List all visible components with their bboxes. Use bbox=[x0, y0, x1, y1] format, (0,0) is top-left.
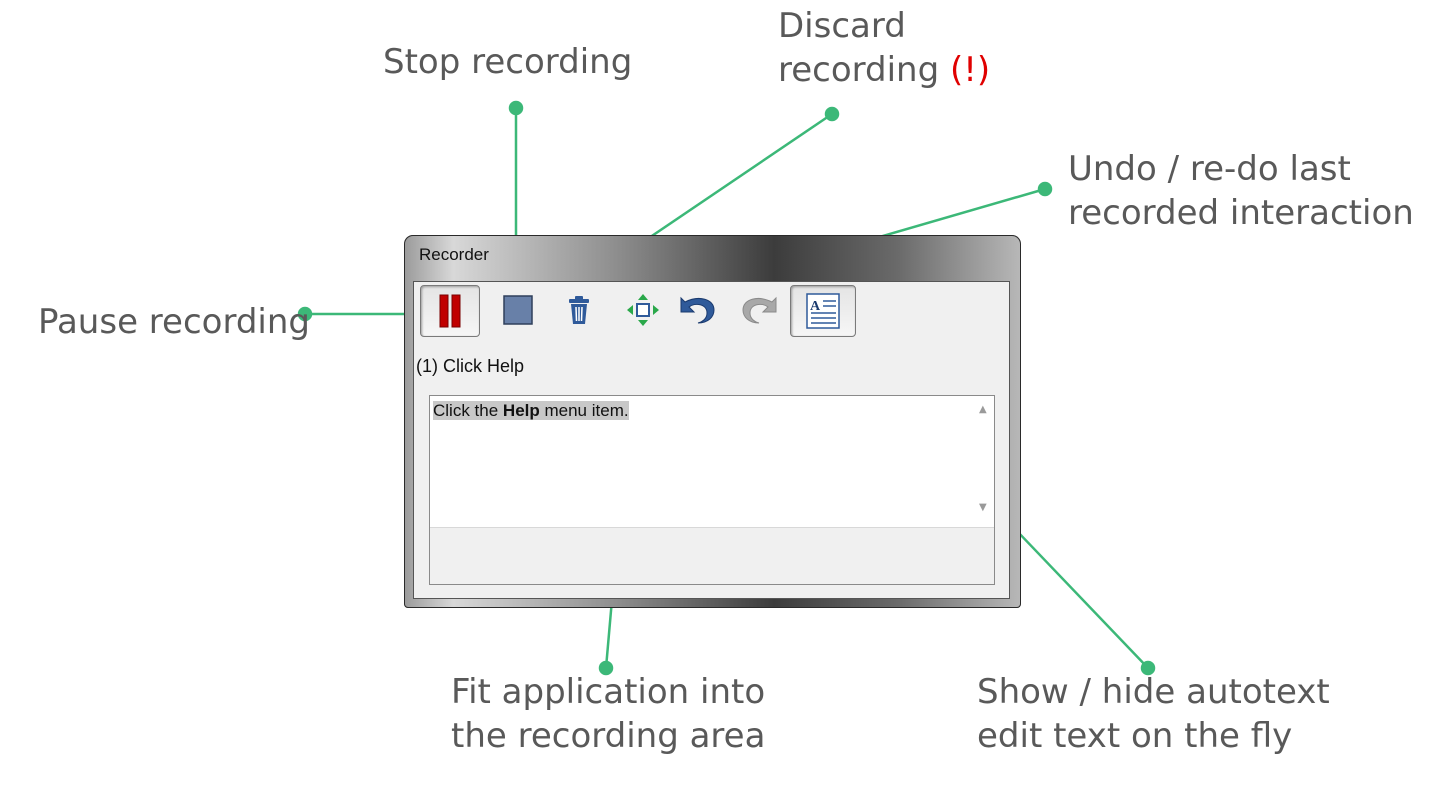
recorder-toolbar: A bbox=[420, 285, 980, 337]
callout-show-line-1: Show / hide autotext bbox=[977, 672, 1330, 712]
redo-icon bbox=[742, 296, 777, 324]
undo-button[interactable] bbox=[671, 285, 723, 335]
scroll-up-arrow-icon[interactable]: ▲ bbox=[979, 404, 987, 415]
callout-discard-line-1: Discard bbox=[778, 6, 906, 46]
callout-label-discard: Discard recording (!) bbox=[778, 4, 990, 92]
autotext-after: menu item. bbox=[539, 401, 629, 420]
autotext-edit-area[interactable]: Click the Help menu item. ▲ ▼ bbox=[429, 395, 995, 585]
callout-dot-stop bbox=[508, 100, 524, 116]
stop-icon bbox=[503, 295, 533, 325]
callout-fit-line-1: Fit application into bbox=[451, 672, 766, 712]
callout-dot-undo bbox=[1037, 181, 1053, 197]
redo-button[interactable] bbox=[734, 285, 786, 335]
callout-dot-discard bbox=[824, 106, 840, 122]
callout-discard-warning: (!) bbox=[950, 50, 991, 90]
pause-icon bbox=[439, 294, 461, 328]
callout-label-undo: Undo / re-do last recorded interaction bbox=[1068, 147, 1414, 235]
svg-text:A: A bbox=[810, 299, 821, 314]
autotext-selection: Click the Help menu item. bbox=[433, 401, 629, 420]
autotext-icon: A bbox=[806, 293, 840, 329]
callout-discard-line-2: recording (!) bbox=[778, 48, 990, 92]
autotext-toggle-button[interactable]: A bbox=[790, 285, 856, 337]
discard-button[interactable] bbox=[553, 285, 605, 335]
window-body: A (1) Click Help Click the Help menu ite… bbox=[413, 281, 1010, 599]
recorder-window: Recorder A (1) Click Help Click the Help… bbox=[404, 235, 1021, 608]
step-label: (1) Click Help bbox=[416, 356, 525, 376]
stop-button[interactable] bbox=[492, 285, 544, 335]
callout-pause-line-1: Pause recording bbox=[38, 302, 310, 342]
trash-icon bbox=[569, 296, 589, 324]
undo-icon bbox=[680, 296, 715, 324]
callout-undo-line-2: recorded interaction bbox=[1068, 193, 1414, 233]
text-area-footer bbox=[430, 527, 994, 584]
callout-undo-line-1: Undo / re-do last bbox=[1068, 149, 1351, 189]
callout-label-pause: Pause recording bbox=[38, 300, 310, 344]
callout-label-show: Show / hide autotext edit text on the fl… bbox=[977, 670, 1330, 758]
autotext-before: Click the bbox=[433, 401, 503, 420]
fit-application-button[interactable] bbox=[617, 285, 669, 335]
callout-stop-line-1: Stop recording bbox=[383, 42, 633, 82]
window-title: Recorder bbox=[419, 245, 489, 264]
callout-discard-line-2-text: recording bbox=[778, 50, 940, 90]
fit-arrows-icon bbox=[627, 294, 659, 326]
pause-button[interactable] bbox=[420, 285, 480, 337]
callout-show-line-2: edit text on the fly bbox=[977, 716, 1293, 756]
scroll-down-arrow-icon[interactable]: ▼ bbox=[979, 502, 987, 513]
callout-fit-line-2: the recording area bbox=[451, 716, 766, 756]
vertical-scrollbar[interactable]: ▲ ▼ bbox=[974, 396, 994, 526]
autotext-bold: Help bbox=[502, 401, 540, 420]
autotext-content[interactable]: Click the Help menu item. bbox=[433, 401, 972, 526]
callout-label-stop: Stop recording bbox=[383, 40, 632, 84]
callout-label-fit: Fit application into the recording area bbox=[451, 670, 765, 758]
